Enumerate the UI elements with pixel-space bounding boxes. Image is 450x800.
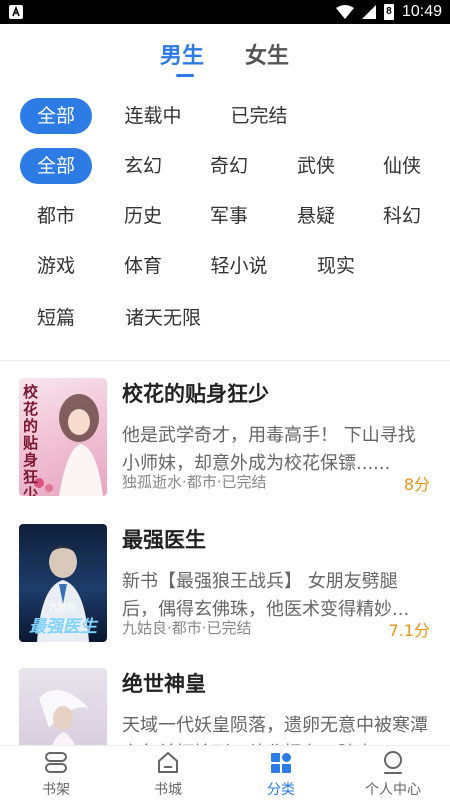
status-filter-all[interactable]: 全部 <box>20 98 92 134</box>
book-cover <box>19 668 107 745</box>
book-title: 校花的贴身狂少 <box>122 382 269 406</box>
book-description: 新书【最强狼王战兵】 女朋友劈腿后，偶得玄佛珠，他医术变得精妙... <box>122 571 410 620</box>
genre-filter-item[interactable]: 武侠 <box>280 148 352 184</box>
book-score: 8分 <box>403 475 430 494</box>
book-title: 最强医生 <box>122 528 206 552</box>
book-score: 7.1分 <box>388 621 430 640</box>
genre-filter-item[interactable]: 诸天无限 <box>117 300 209 336</box>
genre-filter-item[interactable]: 都市 <box>20 198 92 234</box>
genre-filter-item[interactable]: 仙侠 <box>366 148 438 184</box>
signal-icon <box>361 5 376 19</box>
genre-filter-item[interactable]: 科幻 <box>366 198 438 234</box>
book-meta: 九姑良·都市·已完结 <box>122 619 252 637</box>
genre-filter-item[interactable]: 奇幻 <box>193 148 265 184</box>
status-filter-ongoing[interactable]: 连载中 <box>117 98 189 134</box>
genre-filter-item[interactable]: 历史 <box>107 198 179 234</box>
genre-filter-item[interactable]: 现实 <box>300 248 372 284</box>
nav-label: 书架 <box>42 782 70 798</box>
nav-label: 个人中心 <box>365 782 421 798</box>
book-meta: 独孤逝水·都市·已完结 <box>122 473 267 491</box>
tab-male[interactable]: 男生 <box>160 40 204 74</box>
book-cover: 九姑良 最强医生 <box>19 524 107 642</box>
nav-label: 分类 <box>267 782 295 798</box>
nav-label: 书城 <box>154 782 182 798</box>
home-icon <box>158 752 178 773</box>
tab-female[interactable]: 女生 <box>245 40 289 74</box>
book-description: 天域一代妖皇陨落，遗卵无意中被寒潭之鱼前拓捡到，他北把有了陆走 <box>122 715 428 745</box>
book-item[interactable]: 绝世神皇 天域一代妖皇陨落，遗卵无意中被寒潭之鱼前拓捡到，他北把有了陆走 <box>0 668 450 745</box>
genre-filter-item[interactable]: 游戏 <box>20 248 92 284</box>
clock: 10:49 <box>401 3 442 20</box>
genre-filter-item[interactable]: 体育 <box>107 248 179 284</box>
section-divider <box>0 360 450 361</box>
nav-profile[interactable]: 个人中心 <box>337 746 449 800</box>
book-item[interactable]: 校花的贴身狂少 校花的贴身狂少 他是武学奇才，用毒高手！ 下山寻找小师妹，却意外… <box>0 378 450 503</box>
profile-icon <box>384 751 402 774</box>
gender-tabs: 男生 女生 <box>0 40 450 80</box>
nav-category[interactable]: 分类 <box>225 746 337 800</box>
book-cover: 校花的贴身狂少 <box>19 378 107 496</box>
bookshelf-icon <box>45 752 67 773</box>
battery-icon: 8 <box>383 4 394 20</box>
active-tab-indicator <box>176 74 194 77</box>
genre-filter-item[interactable]: 轻小说 <box>193 248 285 284</box>
nav-bookstore[interactable]: 书城 <box>112 746 224 800</box>
book-item[interactable]: 九姑良 最强医生 最强医生 新书【最强狼王战兵】 女朋友劈腿后，偶得玄佛珠，他医… <box>0 524 450 649</box>
category-icon <box>271 753 291 773</box>
bottom-nav: 书架 书城 分类 个人中心 <box>0 745 450 800</box>
nav-bookshelf[interactable]: 书架 <box>0 746 112 800</box>
book-title: 绝世神皇 <box>122 672 206 696</box>
cover-art <box>39 690 89 745</box>
genre-filter-item[interactable]: 全部 <box>20 148 92 184</box>
genre-filter-item[interactable]: 短篇 <box>20 300 92 336</box>
book-description: 他是武学奇才，用毒高手！ 下山寻找小师妹，却意外成为校花保镖...... <box>122 425 416 474</box>
notification-a-icon <box>9 5 23 19</box>
status-filter-completed[interactable]: 已完结 <box>223 98 295 134</box>
genre-filter-item[interactable]: 军事 <box>193 198 265 234</box>
status-bar: 8 10:49 <box>0 0 450 24</box>
cover-title-text: 校花的贴身狂少 <box>23 383 39 497</box>
genre-filter-item[interactable]: 悬疑 <box>280 198 352 234</box>
genre-filter-item[interactable]: 玄幻 <box>107 148 179 184</box>
cover-title-text: 最强医生 <box>29 617 97 637</box>
wifi-icon <box>335 5 354 19</box>
